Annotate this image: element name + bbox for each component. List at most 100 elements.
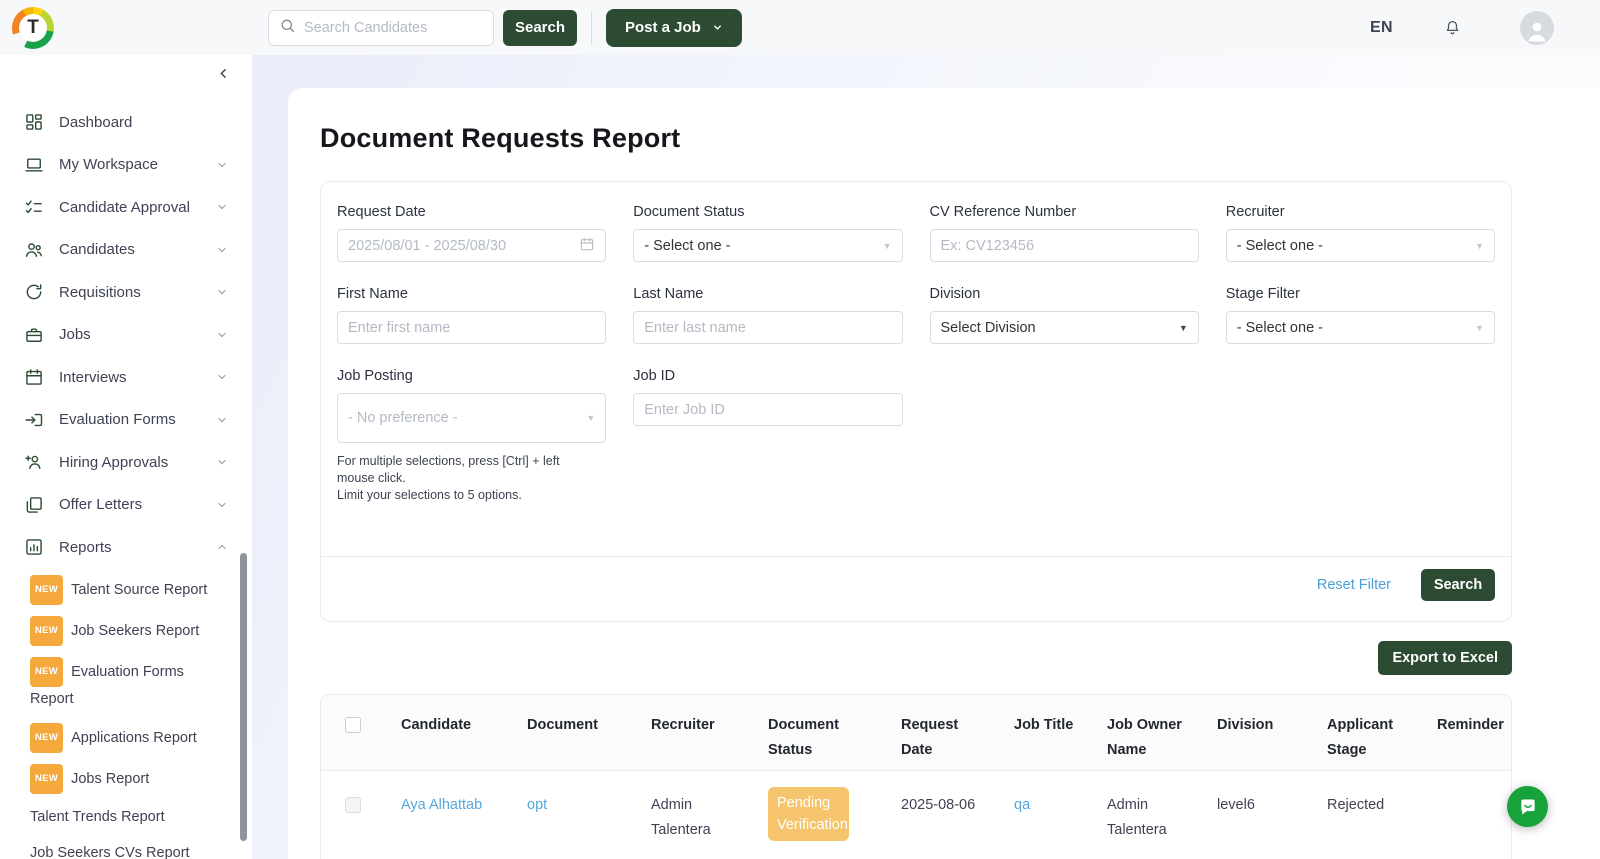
help-line: For multiple selections, press [Ctrl] + …: [337, 453, 595, 487]
copy-pages-icon: [24, 495, 44, 515]
search-candidates-box[interactable]: [268, 10, 494, 46]
recruiter-select[interactable]: - Select one - ▼: [1226, 229, 1495, 262]
topbar-search-button[interactable]: Search: [503, 10, 577, 46]
sidebar-item-label: Jobs: [59, 326, 216, 343]
person-plus-icon: [24, 452, 44, 472]
sidebar-item-jobs[interactable]: Jobs: [0, 314, 252, 357]
app-logo[interactable]: T: [12, 7, 54, 49]
sidebar-item-evaluation-forms-report[interactable]: NEWEvaluation Forms Report: [30, 657, 218, 712]
candidate-link[interactable]: Aya Alhattab: [401, 797, 482, 813]
select-arrow-icon: ▼: [883, 241, 892, 251]
sidebar-item-job-seekers-cvs-report[interactable]: Job Seekers CVs Report: [30, 841, 218, 859]
sidebar-collapse-icon[interactable]: [217, 67, 230, 84]
document-status-select[interactable]: - Select one - ▼: [633, 229, 902, 262]
user-avatar[interactable]: [1520, 11, 1554, 45]
request-date-value[interactable]: [348, 238, 579, 254]
first-name-input[interactable]: [337, 311, 606, 344]
sidebar-item-talent-trends-report[interactable]: Talent Trends Report: [30, 805, 218, 830]
filter-search-button[interactable]: Search: [1421, 569, 1495, 601]
column-header: Division: [1193, 695, 1303, 771]
reset-filter-link[interactable]: Reset Filter: [1317, 577, 1391, 593]
field-label: Document Status: [633, 204, 902, 220]
field-label: CV Reference Number: [930, 204, 1199, 220]
column-header: Reminder: [1413, 695, 1512, 771]
cv-reference-value[interactable]: [941, 238, 1188, 254]
job-id-input[interactable]: [633, 393, 902, 426]
column-header: Recruiter: [627, 695, 744, 771]
bar-chart-icon: [24, 537, 44, 557]
select-value: - Select one -: [1237, 238, 1323, 254]
cv-reference-input[interactable]: [930, 229, 1199, 262]
sidebar-item-jobs-report[interactable]: NEWJobs Report: [30, 764, 218, 794]
search-icon: [279, 17, 296, 39]
logo-letter: T: [12, 7, 54, 49]
export-to-excel-button[interactable]: Export to Excel: [1378, 641, 1512, 675]
first-name-value[interactable]: [348, 320, 595, 336]
chevron-down-icon: [216, 371, 228, 383]
notifications-bell-icon[interactable]: [1443, 18, 1462, 38]
select-arrow-icon: ▼: [586, 413, 595, 423]
field-document-status: Document Status - Select one - ▼: [633, 204, 902, 262]
subnav-label: Talent Source Report: [71, 582, 207, 598]
reports-submenu: NEWTalent Source Report NEWJob Seekers R…: [0, 569, 252, 859]
subnav-label: Job Seekers Report: [71, 623, 199, 639]
page-title: Document Requests Report: [320, 122, 1600, 154]
sidebar-scrollbar[interactable]: [240, 553, 247, 841]
sidebar-nav: Dashboard My Workspace Candidate Approva…: [0, 101, 252, 569]
job-posting-multiselect[interactable]: - No preference - ▼: [337, 393, 606, 443]
select-value: - No preference -: [348, 410, 458, 426]
chevron-down-icon: [216, 201, 228, 213]
chat-widget-button[interactable]: [1507, 786, 1548, 827]
content-panel: Document Requests Report Request Date: [288, 88, 1600, 859]
sidebar-item-job-seekers-report[interactable]: NEWJob Seekers Report: [30, 616, 218, 646]
field-label: Division: [930, 286, 1199, 302]
chevron-down-icon: [216, 456, 228, 468]
sidebar-item-label: Offer Letters: [59, 496, 216, 513]
job-title-link[interactable]: qa: [1014, 797, 1030, 813]
post-a-job-button[interactable]: Post a Job: [606, 9, 742, 47]
sidebar-item-interviews[interactable]: Interviews: [0, 356, 252, 399]
field-label: Last Name: [633, 286, 902, 302]
column-header: Document Status: [744, 695, 877, 771]
post-a-job-label: Post a Job: [625, 19, 701, 36]
results-table: Candidate Document Recruiter Document St…: [320, 694, 1512, 859]
sidebar-item-reports[interactable]: Reports: [0, 526, 252, 569]
field-label: First Name: [337, 286, 606, 302]
document-link[interactable]: opt: [527, 797, 547, 813]
last-name-value[interactable]: [644, 320, 891, 336]
topbar: T Search Post a Job EN: [0, 0, 1600, 55]
sidebar-item-candidates[interactable]: Candidates: [0, 229, 252, 272]
select-value: Select Division: [941, 320, 1036, 336]
chat-icon: [1518, 797, 1538, 817]
stage-filter-select[interactable]: - Select one - ▼: [1226, 311, 1495, 344]
sidebar-item-offer-letters[interactable]: Offer Letters: [0, 484, 252, 527]
new-badge: NEW: [30, 723, 63, 753]
sidebar-item-label: Candidate Approval: [59, 199, 216, 216]
sidebar-item-talent-source-report[interactable]: NEWTalent Source Report: [30, 575, 218, 605]
sidebar-item-my-workspace[interactable]: My Workspace: [0, 144, 252, 187]
sidebar-item-hiring-approvals[interactable]: Hiring Approvals: [0, 441, 252, 484]
language-switcher[interactable]: EN: [1370, 19, 1393, 37]
export-row: Export to Excel: [320, 641, 1512, 675]
sidebar-item-evaluation-forms[interactable]: Evaluation Forms: [0, 399, 252, 442]
sidebar-item-applications-report[interactable]: NEWApplications Report: [30, 723, 218, 753]
subnav-label: Job Seekers CVs Report: [30, 845, 190, 859]
select-all-checkbox[interactable]: [345, 717, 361, 733]
sidebar-item-dashboard[interactable]: Dashboard: [0, 101, 252, 144]
help-line: Limit your selections to 5 options.: [337, 487, 595, 504]
sidebar-item-candidate-approval[interactable]: Candidate Approval: [0, 186, 252, 229]
sidebar-item-requisitions[interactable]: Requisitions: [0, 271, 252, 314]
field-label: Request Date: [337, 204, 606, 220]
field-label: Recruiter: [1226, 204, 1495, 220]
last-name-input[interactable]: [633, 311, 902, 344]
field-cv-reference: CV Reference Number: [930, 204, 1199, 262]
job-id-value[interactable]: [644, 402, 891, 418]
field-label: Job ID: [633, 368, 902, 384]
recruiter-cell: Admin Talentera: [627, 771, 744, 859]
row-checkbox[interactable]: [345, 797, 361, 813]
division-select[interactable]: Select Division ▼: [930, 311, 1199, 344]
topbar-right: EN: [1370, 11, 1600, 45]
request-date-input[interactable]: [337, 229, 606, 262]
chevron-down-icon: [216, 499, 228, 511]
search-candidates-input[interactable]: [304, 20, 483, 36]
